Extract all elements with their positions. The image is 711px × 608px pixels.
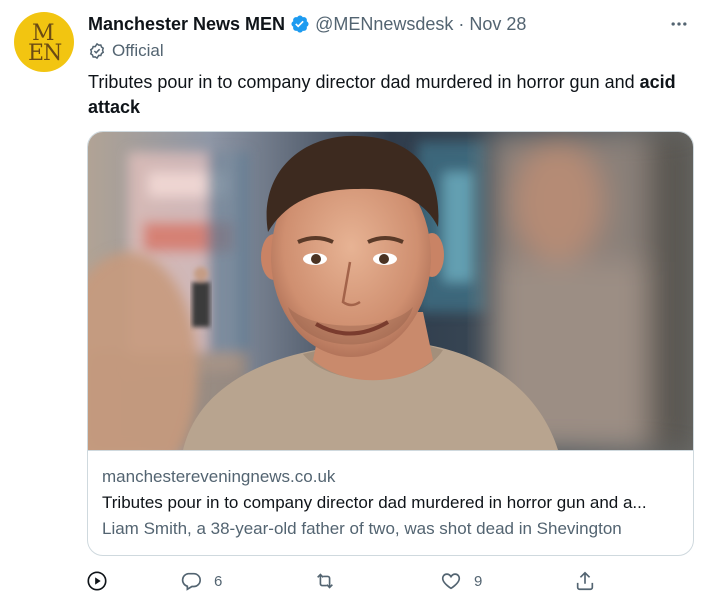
card-title: Tributes pour in to company director dad…	[102, 493, 647, 512]
separator-dot: ·	[458, 13, 465, 34]
card-domain: manchestereveningnews.co.uk	[102, 467, 336, 486]
author-handle[interactable]: @MENnewsdesk	[315, 14, 453, 35]
tweet-actions: 6 9	[86, 570, 606, 594]
share-icon	[576, 571, 594, 591]
reply-count: 6	[214, 572, 223, 590]
author-avatar[interactable]: M EN	[14, 12, 74, 72]
card-photo	[88, 132, 693, 450]
like-count: 9	[474, 572, 483, 590]
card-image[interactable]	[88, 132, 693, 450]
official-check-icon	[89, 42, 105, 60]
share-button[interactable]	[574, 570, 596, 592]
play-icon	[87, 571, 107, 591]
author-name[interactable]: Manchester News MEN	[88, 14, 285, 35]
tweet-date[interactable]: Nov 28	[469, 14, 526, 35]
view-button[interactable]	[86, 570, 108, 592]
link-card[interactable]: manchestereveningnews.co.uk Tributes pou…	[87, 131, 694, 556]
tweet-text: Tributes pour in to company director dad…	[88, 70, 688, 120]
more-icon[interactable]	[669, 14, 689, 34]
official-text: Official	[112, 41, 164, 60]
reply-icon	[181, 572, 201, 591]
like-button[interactable]: 9	[440, 570, 482, 592]
tweet-text-plain: Tributes pour in to company director dad…	[88, 72, 640, 92]
verified-badge-icon	[291, 15, 309, 33]
reply-button[interactable]: 6	[180, 570, 222, 592]
tweet-header: Manchester News MEN @MENnewsdesk · Nov 2…	[88, 11, 691, 37]
card-description: Liam Smith, a 38-year-old father of two,…	[102, 519, 622, 538]
avatar-logo-en: EN	[28, 41, 62, 66]
heart-icon	[441, 573, 461, 590]
card-meta: manchestereveningnews.co.uk Tributes pou…	[88, 450, 693, 538]
retweet-button[interactable]	[314, 570, 336, 592]
official-label: Official	[88, 41, 164, 61]
retweet-icon	[317, 573, 333, 589]
